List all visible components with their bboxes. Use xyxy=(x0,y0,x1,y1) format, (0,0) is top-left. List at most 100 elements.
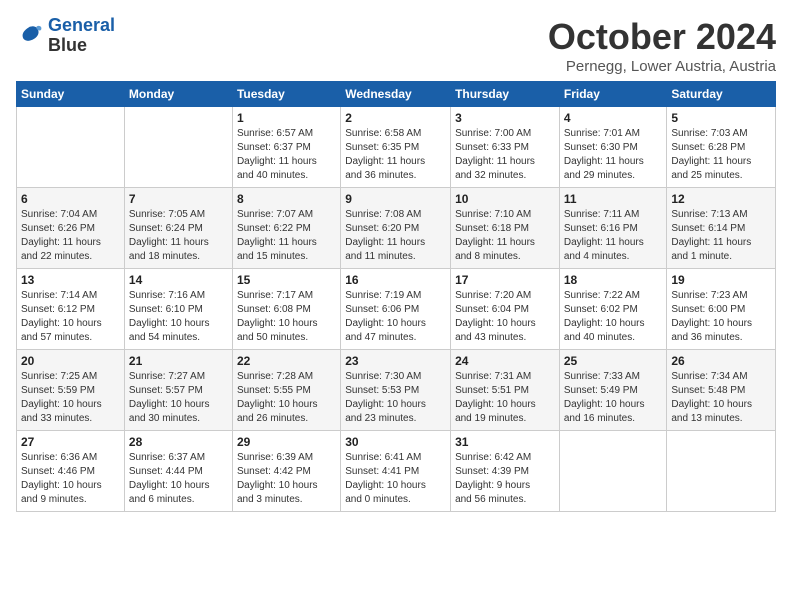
calendar-week-row: 20Sunrise: 7:25 AM Sunset: 5:59 PM Dayli… xyxy=(17,350,776,431)
calendar-cell: 12 Sunrise: 7:13 AM Sunset: 6:14 PM Dayli… xyxy=(667,188,776,269)
day-info: Sunrise: 7:00 AM Sunset: 6:33 PM Dayligh… xyxy=(455,127,555,183)
day-info: Sunrise: 6:57 AM Sunset: 6:37 PM Dayligh… xyxy=(237,127,336,183)
day-info: Sunrise: 7:03 AM Sunset: 6:28 PM Dayligh… xyxy=(671,127,771,183)
day-number: 10 xyxy=(455,192,555,206)
day-number: 16 xyxy=(345,273,446,287)
day-info: Sunrise: 7:27 AM Sunset: 5:57 PM Dayligh… xyxy=(129,370,228,426)
calendar-week-row: 27 Sunrise: 6:36 AM Sunset: 4:46 PM Dayli… xyxy=(17,431,776,512)
day-info: Sunrise: 6:41 AM Sunset: 4:41 PM Dayligh… xyxy=(345,451,446,507)
day-info: Sunrise: 7:33 AM Sunset: 5:49 PM Dayligh… xyxy=(564,370,663,426)
calendar-cell: 19 Sunrise: 7:23 AM Sunset: 6:00 PM Dayli… xyxy=(667,269,776,350)
day-number: 31 xyxy=(455,435,555,449)
day-info: Sunrise: 6:37 AM Sunset: 4:44 PM Dayligh… xyxy=(129,451,228,507)
weekday-header: Thursday xyxy=(451,82,560,107)
calendar-cell: 5 Sunrise: 7:03 AM Sunset: 6:28 PM Daylig… xyxy=(667,107,776,188)
calendar-cell xyxy=(124,107,232,188)
calendar-cell: 4 Sunrise: 7:01 AM Sunset: 6:30 PM Daylig… xyxy=(559,107,667,188)
day-number: 4 xyxy=(564,111,663,125)
day-info: Sunrise: 7:05 AM Sunset: 6:24 PM Dayligh… xyxy=(129,208,228,264)
day-number: 7 xyxy=(129,192,228,206)
calendar-cell: 1Sunrise: 6:57 AM Sunset: 6:37 PM Daylig… xyxy=(232,107,340,188)
day-number: 5 xyxy=(671,111,771,125)
day-info: Sunrise: 7:13 AM Sunset: 6:14 PM Dayligh… xyxy=(671,208,771,264)
day-info: Sunrise: 7:30 AM Sunset: 5:53 PM Dayligh… xyxy=(345,370,446,426)
calendar-cell: 17Sunrise: 7:20 AM Sunset: 6:04 PM Dayli… xyxy=(451,269,560,350)
day-number: 19 xyxy=(671,273,771,287)
calendar-table: SundayMondayTuesdayWednesdayThursdayFrid… xyxy=(16,81,776,512)
day-number: 13 xyxy=(21,273,120,287)
logo: General Blue xyxy=(16,16,115,56)
calendar-cell: 22 Sunrise: 7:28 AM Sunset: 5:55 PM Dayli… xyxy=(232,350,340,431)
calendar-cell: 20Sunrise: 7:25 AM Sunset: 5:59 PM Dayli… xyxy=(17,350,125,431)
logo-line2: Blue xyxy=(48,36,115,56)
calendar-cell: 25 Sunrise: 7:33 AM Sunset: 5:49 PM Dayli… xyxy=(559,350,667,431)
day-info: Sunrise: 7:16 AM Sunset: 6:10 PM Dayligh… xyxy=(129,289,228,345)
calendar-cell: 26 Sunrise: 7:34 AM Sunset: 5:48 PM Dayli… xyxy=(667,350,776,431)
calendar-cell: 23Sunrise: 7:30 AM Sunset: 5:53 PM Dayli… xyxy=(341,350,451,431)
calendar-cell: 27 Sunrise: 6:36 AM Sunset: 4:46 PM Dayli… xyxy=(17,431,125,512)
day-info: Sunrise: 7:04 AM Sunset: 6:26 PM Dayligh… xyxy=(21,208,120,264)
weekday-header: Friday xyxy=(559,82,667,107)
calendar-cell: 18Sunrise: 7:22 AM Sunset: 6:02 PM Dayli… xyxy=(559,269,667,350)
calendar-cell: 15Sunrise: 7:17 AM Sunset: 6:08 PM Dayli… xyxy=(232,269,340,350)
calendar-week-row: 13Sunrise: 7:14 AM Sunset: 6:12 PM Dayli… xyxy=(17,269,776,350)
calendar-cell: 7 Sunrise: 7:05 AM Sunset: 6:24 PM Daylig… xyxy=(124,188,232,269)
calendar-cell: 8Sunrise: 7:07 AM Sunset: 6:22 PM Daylig… xyxy=(232,188,340,269)
calendar-cell: 9 Sunrise: 7:08 AM Sunset: 6:20 PM Daylig… xyxy=(341,188,451,269)
day-number: 29 xyxy=(237,435,336,449)
weekday-header-row: SundayMondayTuesdayWednesdayThursdayFrid… xyxy=(17,82,776,107)
calendar-cell: 10Sunrise: 7:10 AM Sunset: 6:18 PM Dayli… xyxy=(451,188,560,269)
calendar-cell: 31 Sunrise: 6:42 AM Sunset: 4:39 PM Dayli… xyxy=(451,431,560,512)
day-info: Sunrise: 7:34 AM Sunset: 5:48 PM Dayligh… xyxy=(671,370,771,426)
day-info: Sunrise: 6:42 AM Sunset: 4:39 PM Dayligh… xyxy=(455,451,555,507)
calendar-cell xyxy=(17,107,125,188)
day-number: 17 xyxy=(455,273,555,287)
day-info: Sunrise: 6:58 AM Sunset: 6:35 PM Dayligh… xyxy=(345,127,446,183)
title-block: October 2024 Pernegg, Lower Austria, Aus… xyxy=(548,16,776,75)
day-info: Sunrise: 7:07 AM Sunset: 6:22 PM Dayligh… xyxy=(237,208,336,264)
day-info: Sunrise: 7:11 AM Sunset: 6:16 PM Dayligh… xyxy=(564,208,663,264)
day-number: 3 xyxy=(455,111,555,125)
calendar-cell: 28 Sunrise: 6:37 AM Sunset: 4:44 PM Dayli… xyxy=(124,431,232,512)
day-number: 18 xyxy=(564,273,663,287)
calendar-cell: 11 Sunrise: 7:11 AM Sunset: 6:16 PM Dayli… xyxy=(559,188,667,269)
day-number: 27 xyxy=(21,435,120,449)
day-number: 21 xyxy=(129,354,228,368)
weekday-header: Monday xyxy=(124,82,232,107)
calendar-cell: 14Sunrise: 7:16 AM Sunset: 6:10 PM Dayli… xyxy=(124,269,232,350)
day-info: Sunrise: 6:39 AM Sunset: 4:42 PM Dayligh… xyxy=(237,451,336,507)
calendar-cell: 3 Sunrise: 7:00 AM Sunset: 6:33 PM Daylig… xyxy=(451,107,560,188)
weekday-header: Wednesday xyxy=(341,82,451,107)
calendar-cell: 21 Sunrise: 7:27 AM Sunset: 5:57 PM Dayli… xyxy=(124,350,232,431)
logo-text: General Blue xyxy=(48,16,115,56)
calendar-cell: 30 Sunrise: 6:41 AM Sunset: 4:41 PM Dayli… xyxy=(341,431,451,512)
day-number: 9 xyxy=(345,192,446,206)
day-number: 22 xyxy=(237,354,336,368)
calendar-week-row: 6Sunrise: 7:04 AM Sunset: 6:26 PM Daylig… xyxy=(17,188,776,269)
day-info: Sunrise: 7:25 AM Sunset: 5:59 PM Dayligh… xyxy=(21,370,120,426)
weekday-header: Tuesday xyxy=(232,82,340,107)
calendar-cell: 2 Sunrise: 6:58 AM Sunset: 6:35 PM Daylig… xyxy=(341,107,451,188)
day-number: 30 xyxy=(345,435,446,449)
calendar-cell xyxy=(667,431,776,512)
day-info: Sunrise: 7:23 AM Sunset: 6:00 PM Dayligh… xyxy=(671,289,771,345)
day-info: Sunrise: 7:17 AM Sunset: 6:08 PM Dayligh… xyxy=(237,289,336,345)
calendar-week-row: 1Sunrise: 6:57 AM Sunset: 6:37 PM Daylig… xyxy=(17,107,776,188)
day-info: Sunrise: 7:28 AM Sunset: 5:55 PM Dayligh… xyxy=(237,370,336,426)
day-number: 28 xyxy=(129,435,228,449)
calendar-cell: 16Sunrise: 7:19 AM Sunset: 6:06 PM Dayli… xyxy=(341,269,451,350)
weekday-header: Sunday xyxy=(17,82,125,107)
day-info: Sunrise: 6:36 AM Sunset: 4:46 PM Dayligh… xyxy=(21,451,120,507)
day-number: 11 xyxy=(564,192,663,206)
calendar-cell xyxy=(559,431,667,512)
day-number: 2 xyxy=(345,111,446,125)
day-number: 25 xyxy=(564,354,663,368)
logo-line1: General xyxy=(48,15,115,35)
day-number: 12 xyxy=(671,192,771,206)
calendar-cell: 6Sunrise: 7:04 AM Sunset: 6:26 PM Daylig… xyxy=(17,188,125,269)
page-header: General Blue October 2024 Pernegg, Lower… xyxy=(16,16,776,75)
day-number: 26 xyxy=(671,354,771,368)
day-info: Sunrise: 7:08 AM Sunset: 6:20 PM Dayligh… xyxy=(345,208,446,264)
month-title: October 2024 xyxy=(548,16,776,58)
day-info: Sunrise: 7:01 AM Sunset: 6:30 PM Dayligh… xyxy=(564,127,663,183)
